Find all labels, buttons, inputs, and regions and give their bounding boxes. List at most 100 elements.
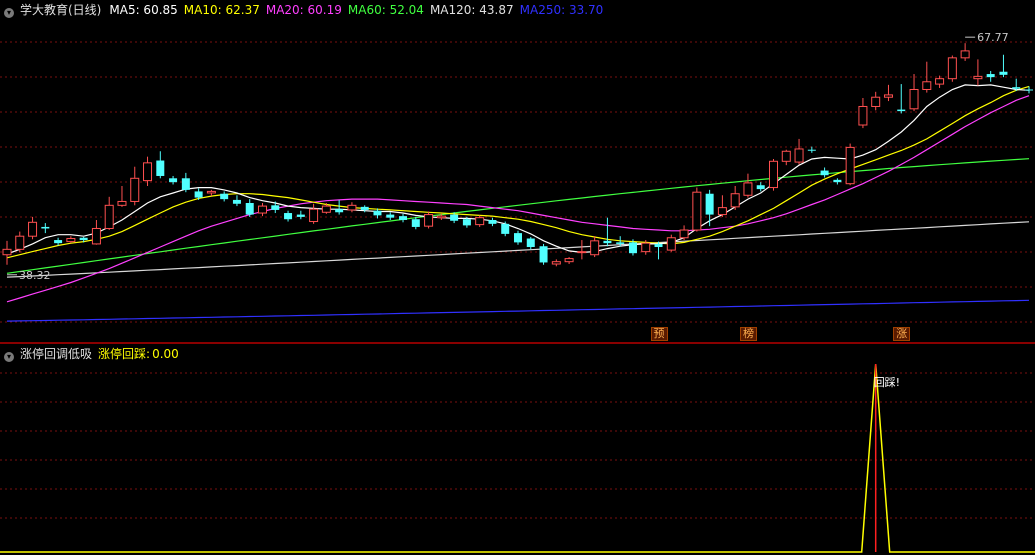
- candle-body-down: [79, 237, 88, 241]
- candle-body-up: [794, 148, 804, 163]
- candle-body-down: [603, 240, 612, 244]
- indicator-panel[interactable]: ▾ 涨停回调低吸 涨停回踩: 0.00 回踩!: [0, 344, 1035, 555]
- indicator-value: 0.00: [152, 347, 179, 361]
- candle-body-down: [897, 109, 906, 112]
- candle-body-down: [411, 219, 420, 227]
- candle-body-down: [986, 74, 995, 78]
- candle-body-up: [143, 162, 153, 182]
- candle-body-down: [360, 206, 369, 210]
- candle-body-down: [756, 185, 765, 190]
- ma-legend-item: MA10: 62.37: [183, 3, 260, 17]
- candle-body-down: [169, 178, 178, 183]
- candle-body-up: [679, 229, 689, 239]
- candle-body-up: [130, 177, 140, 202]
- ma-legend-item: MA60: 52.04: [347, 3, 424, 17]
- candle-body-up: [347, 204, 357, 211]
- candle-body-down: [41, 226, 50, 229]
- candle-body-down: [181, 178, 190, 190]
- candle-body-down: [284, 213, 293, 220]
- ma20-line: [6, 95, 1030, 303]
- candle-body-up: [730, 193, 740, 208]
- candle-body-up: [769, 160, 778, 189]
- indicator-chart[interactable]: 回踩!: [0, 344, 1035, 555]
- candle-body-down: [501, 223, 510, 234]
- candle-body-up: [947, 57, 957, 80]
- candle-body-up: [424, 214, 434, 227]
- candle-body-down: [462, 219, 471, 226]
- candle-body-down: [335, 209, 344, 213]
- ma250-line: [6, 299, 1030, 322]
- candle-body-down: [654, 243, 663, 248]
- ma-legend: MA5: 60.85 MA10: 62.37 MA20: 60.19 MA60: 52…: [109, 3, 609, 17]
- main-chart-header: ▾ 学大教育(日线) MA5: 60.85 MA10: 62.37 MA20: 60.1…: [0, 0, 615, 20]
- candle-body-up: [781, 150, 791, 162]
- ma-legend-item: MA250: 33.70: [519, 3, 604, 17]
- candle-body-down: [232, 199, 241, 204]
- candle-body-down: [450, 214, 459, 221]
- candle-body-up: [883, 94, 893, 98]
- signal-tag[interactable]: 预: [650, 327, 668, 341]
- candle-body-up: [551, 261, 561, 265]
- candle-body-down: [833, 179, 842, 183]
- collapse-toggle-icon[interactable]: ▾: [4, 8, 14, 18]
- candle-body-down: [488, 219, 497, 224]
- ma-legend-item: MA5: 60.85: [109, 3, 178, 17]
- candle-body-up: [973, 75, 983, 80]
- signal-tag[interactable]: 涨: [893, 327, 911, 341]
- candle-body-down: [820, 170, 829, 176]
- candle-body-up: [743, 182, 753, 196]
- candle-body-down: [296, 214, 305, 217]
- candle-body-down: [1012, 87, 1021, 89]
- candle-body-up: [15, 235, 25, 250]
- signal-tag[interactable]: 榜: [739, 327, 757, 341]
- indicator-name: 涨停回踩: [98, 347, 147, 361]
- candle-body-up: [28, 221, 38, 237]
- candle-body-down: [999, 71, 1008, 75]
- candle-body-up: [2, 248, 12, 256]
- candlestick-chart[interactable]: 67.77 38.32: [0, 0, 1035, 342]
- candle-body-down: [539, 246, 548, 263]
- candle-body-up: [935, 78, 945, 85]
- candle-body-up: [960, 50, 970, 59]
- candle-body-up: [666, 237, 676, 251]
- candle-body-up: [590, 240, 600, 256]
- candle-body-up: [845, 146, 855, 185]
- candle-body-up: [909, 88, 919, 110]
- candle-body-down: [245, 203, 254, 215]
- candle-body-up: [117, 200, 127, 206]
- candle-body-up: [577, 251, 587, 254]
- low-price-label: 38.32: [19, 269, 51, 282]
- candle-body-down: [514, 233, 522, 243]
- collapse-toggle-icon[interactable]: ▾: [4, 352, 14, 362]
- main-chart-panel[interactable]: ▾ 学大教育(日线) MA5: 60.85 MA10: 62.37 MA20: 60.1…: [0, 0, 1035, 342]
- candle-body-up: [91, 227, 101, 245]
- candle-body-up: [258, 205, 267, 214]
- candle-body-up: [206, 190, 216, 194]
- candle-body-up: [858, 105, 868, 126]
- ma120-line: [6, 221, 1030, 278]
- candle-body-down: [616, 242, 625, 244]
- candle-body-down: [54, 240, 63, 244]
- candle-body-up: [321, 205, 331, 213]
- candle-body-down: [399, 216, 408, 220]
- candle-body-down: [194, 191, 203, 198]
- candle-body-up: [564, 258, 574, 263]
- candle-body-down: [373, 210, 382, 216]
- ma-legend-item: MA120: 43.87: [429, 3, 514, 17]
- indicator-header: ▾ 涨停回调低吸 涨停回踩: 0.00: [0, 344, 185, 364]
- candle-body-down: [271, 205, 280, 210]
- candle-body-down: [526, 238, 535, 248]
- candle-body-up: [475, 217, 485, 226]
- candle-body-down: [386, 214, 395, 218]
- candle-body-up: [436, 215, 446, 219]
- candle-body-down: [1025, 89, 1033, 91]
- ma-legend-item: MA20: 60.19: [265, 3, 342, 17]
- candle-body-up: [922, 81, 932, 90]
- candle-body-up: [66, 238, 76, 243]
- signal-annotation: 回踩!: [874, 376, 900, 389]
- candle-body-up: [871, 96, 881, 107]
- candle-body-up: [641, 242, 651, 253]
- indicator-title: 涨停回调低吸: [20, 347, 93, 361]
- candle-body-up: [692, 191, 702, 231]
- candle-body-down: [156, 160, 165, 176]
